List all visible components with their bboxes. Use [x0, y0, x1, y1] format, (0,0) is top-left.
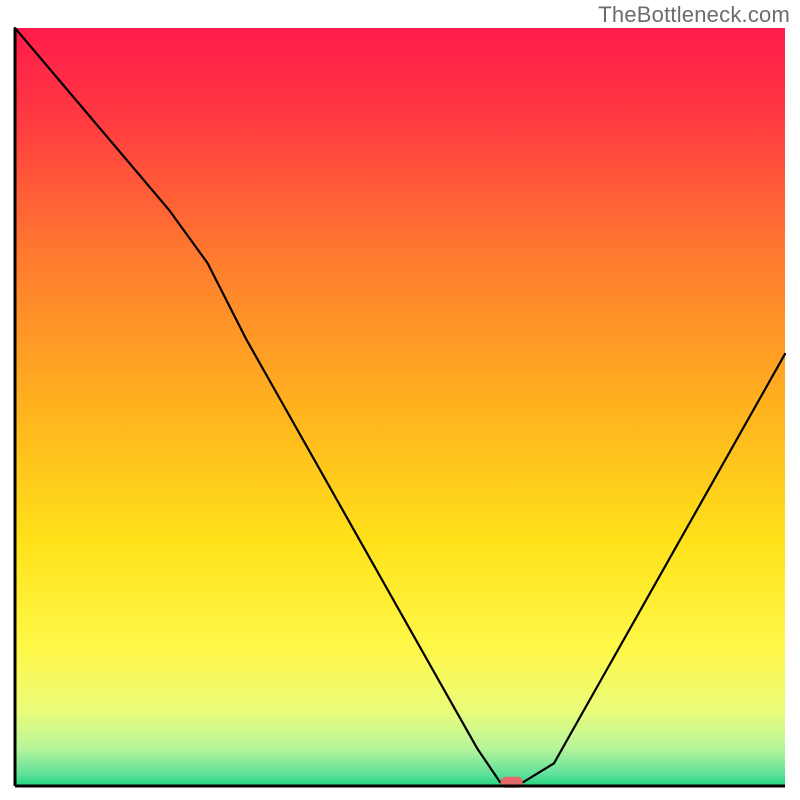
bottleneck-chart: [0, 0, 800, 800]
chart-container: TheBottleneck.com: [0, 0, 800, 800]
watermark-text: TheBottleneck.com: [598, 2, 790, 28]
